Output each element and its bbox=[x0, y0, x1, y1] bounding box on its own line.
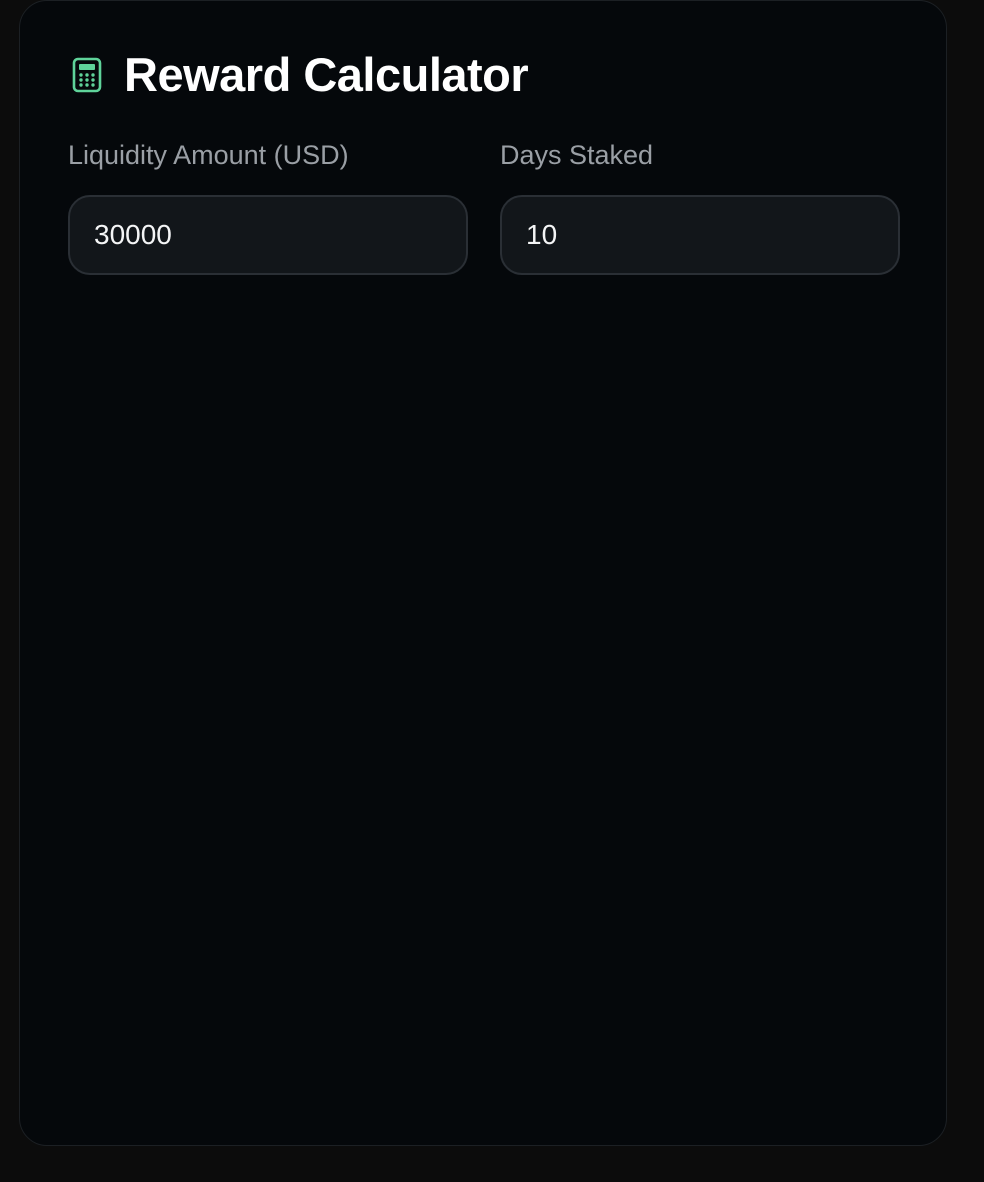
liquidity-amount-input[interactable] bbox=[68, 195, 468, 275]
liquidity-amount-field-group: Liquidity Amount (USD) bbox=[68, 137, 468, 275]
days-staked-label: Days Staked bbox=[500, 140, 654, 170]
liquidity-amount-label: Liquidity Amount (USD) bbox=[68, 140, 349, 170]
reward-calculator-card: Reward Calculator Liquidity Amount (USD)… bbox=[19, 0, 947, 1146]
card-title: Reward Calculator bbox=[124, 48, 529, 101]
days-staked-field-group: Days Staked bbox=[500, 137, 900, 275]
card-header: Reward Calculator bbox=[72, 48, 529, 101]
calculator-icon bbox=[72, 57, 102, 93]
days-staked-input[interactable] bbox=[500, 195, 900, 275]
